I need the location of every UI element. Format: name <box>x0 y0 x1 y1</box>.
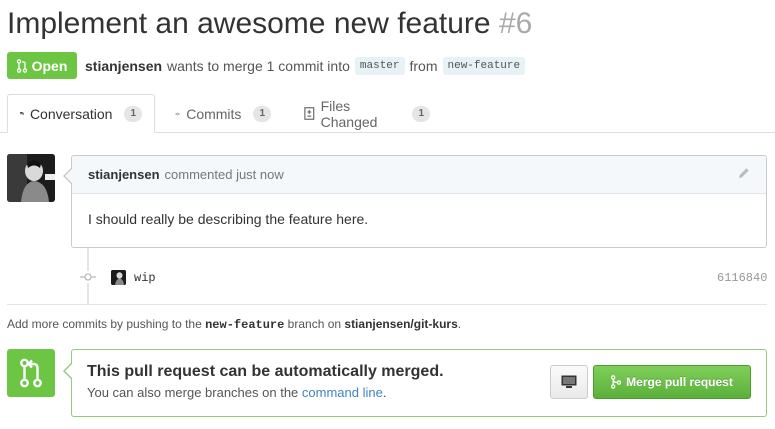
status-badge: Open <box>7 52 77 79</box>
open-in-desktop-button[interactable] <box>550 365 588 399</box>
tab-label: Files Changed <box>320 97 378 130</box>
pr-number: #6 <box>498 7 533 40</box>
comment-author[interactable]: stianjensen <box>88 167 160 182</box>
commit-icon <box>80 271 96 283</box>
avatar[interactable] <box>7 154 55 202</box>
from-text: from <box>409 58 438 74</box>
help-suffix: . <box>457 317 462 331</box>
commit-sha-link[interactable]: 6116840 <box>717 269 767 287</box>
avatar-image <box>7 154 55 202</box>
file-diff-icon <box>304 107 315 120</box>
status-label: Open <box>31 57 68 74</box>
tab-commits[interactable]: Commits 1 <box>163 94 283 133</box>
page-title: Implement an awesome new feature #6 <box>7 4 532 44</box>
comment-body: I should really be describing the featur… <box>88 211 369 227</box>
commit-message-link[interactable]: wip <box>134 269 156 287</box>
commit-author-avatar[interactable] <box>111 270 126 285</box>
merge-box-arrow-fill <box>65 364 72 378</box>
merge-sub-suffix: . <box>382 385 387 400</box>
tab-files-changed[interactable]: Files Changed 1 <box>292 94 442 133</box>
comment-timestamp: commented just now <box>164 167 284 182</box>
tab-counter: 1 <box>124 105 142 122</box>
pull-request-icon <box>16 58 27 73</box>
merge-title: This pull request can be automatically m… <box>87 363 444 380</box>
commit-icon <box>175 112 181 115</box>
help-middle: branch on <box>287 317 342 331</box>
tab-label: Conversation <box>29 105 113 122</box>
pull-request-icon <box>20 358 42 388</box>
tab-label: Commits <box>186 105 242 122</box>
pr-author-link[interactable]: stianjensen <box>85 56 162 76</box>
merge-icon <box>611 375 622 389</box>
help-branch: new-feature <box>205 318 285 332</box>
merge-status-icon <box>7 349 55 397</box>
merge-pull-request-button[interactable]: Merge pull request <box>593 365 751 399</box>
help-repo: stianjensen/git-kurs <box>344 317 458 331</box>
merge-sub-prefix: You can also merge branches on the <box>87 385 299 400</box>
merge-button-label: Merge pull request <box>626 375 733 389</box>
tab-counter: 1 <box>412 105 430 122</box>
merge-text: wants to merge 1 commit into <box>167 58 350 74</box>
pr-title-text: Implement an awesome new feature <box>7 7 491 40</box>
pr-meta: stianjensen wants to merge 1 commit into… <box>85 56 526 76</box>
base-branch: master <box>354 57 405 75</box>
edit-pencil-icon[interactable] <box>737 167 750 183</box>
comment-box: stianjensen commented just now I should … <box>71 155 767 248</box>
comment-arrow-fill <box>65 169 72 183</box>
push-help-text: Add more commits by pushing to the new-f… <box>7 317 461 332</box>
command-line-link[interactable]: command line <box>302 385 383 400</box>
merge-subtitle: You can also merge branches on the comma… <box>87 385 386 400</box>
comment-icon <box>20 111 24 116</box>
desktop-icon <box>561 375 577 388</box>
tab-conversation[interactable]: Conversation 1 <box>7 94 155 133</box>
tab-counter: 1 <box>253 105 271 122</box>
help-prefix: Add more commits by pushing to the <box>7 317 202 331</box>
comment-header: stianjensen commented just now <box>72 156 766 194</box>
head-branch: new-feature <box>442 57 526 75</box>
section-divider <box>7 304 767 305</box>
